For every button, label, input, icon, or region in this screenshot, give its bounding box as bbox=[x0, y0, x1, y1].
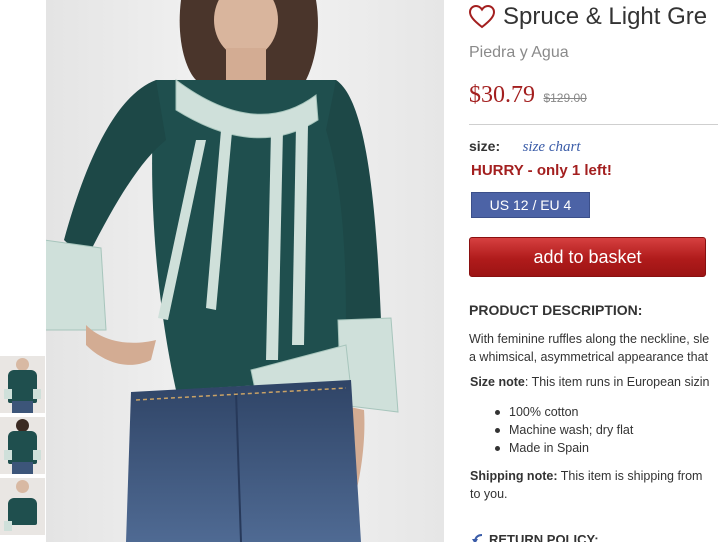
size-note-label: Size note bbox=[470, 375, 525, 389]
size-chart-link[interactable]: size chart bbox=[523, 139, 581, 155]
product-title: Spruce & Light Gre bbox=[503, 3, 708, 30]
list-item: Machine wash; dry flat bbox=[491, 421, 633, 439]
title-row: Spruce & Light Gre bbox=[469, 3, 707, 31]
return-policy-toggle[interactable]: RETURN POLICY: bbox=[471, 532, 599, 542]
shipping-note-text-2: to you. bbox=[470, 487, 508, 501]
shipping-note-text: This item is shipping from bbox=[557, 469, 703, 483]
shipping-note: Shipping note: This item is shipping fro… bbox=[470, 467, 702, 503]
add-to-basket-button[interactable]: add to basket bbox=[469, 237, 706, 277]
thumbnail-2[interactable] bbox=[0, 417, 45, 474]
list-item: Made in Spain bbox=[491, 439, 633, 457]
return-arrow-icon bbox=[472, 533, 483, 542]
list-item: 100% cotton bbox=[491, 403, 633, 421]
original-price: $129.00 bbox=[543, 91, 587, 105]
size-note-text: : This item runs in European sizin bbox=[524, 375, 710, 389]
description-heading: PRODUCT DESCRIPTION: bbox=[469, 302, 643, 318]
heart-outline-icon[interactable] bbox=[469, 5, 495, 29]
return-policy-label: RETURN POLICY: bbox=[489, 532, 599, 542]
description-text: With feminine ruffles along the neckline… bbox=[469, 330, 718, 366]
description-line: With feminine ruffles along the neckline… bbox=[469, 332, 710, 346]
brand-link[interactable]: Piedra y Agua bbox=[469, 44, 569, 62]
description-line: a whimsical, asymmetrical appearance tha… bbox=[469, 350, 708, 364]
thumbnail-1[interactable] bbox=[0, 356, 45, 413]
stock-warning: HURRY - only 1 left! bbox=[471, 162, 612, 179]
price-row: $30.79 $129.00 bbox=[469, 82, 587, 109]
size-label: size: bbox=[469, 138, 501, 154]
size-row: size: size chart bbox=[469, 138, 581, 156]
size-note: Size note: This item runs in European si… bbox=[470, 375, 709, 389]
feature-list: 100% cotton Machine wash; dry flat Made … bbox=[491, 403, 633, 457]
model-illustration bbox=[46, 0, 444, 542]
divider bbox=[469, 124, 718, 125]
size-option-button[interactable]: US 12 / EU 4 bbox=[471, 192, 590, 218]
main-product-photo[interactable] bbox=[46, 0, 444, 542]
thumbnail-list bbox=[0, 356, 46, 539]
shipping-note-label: Shipping note: bbox=[470, 469, 558, 483]
sale-price: $30.79 bbox=[469, 82, 535, 108]
thumbnail-3[interactable] bbox=[0, 478, 45, 535]
